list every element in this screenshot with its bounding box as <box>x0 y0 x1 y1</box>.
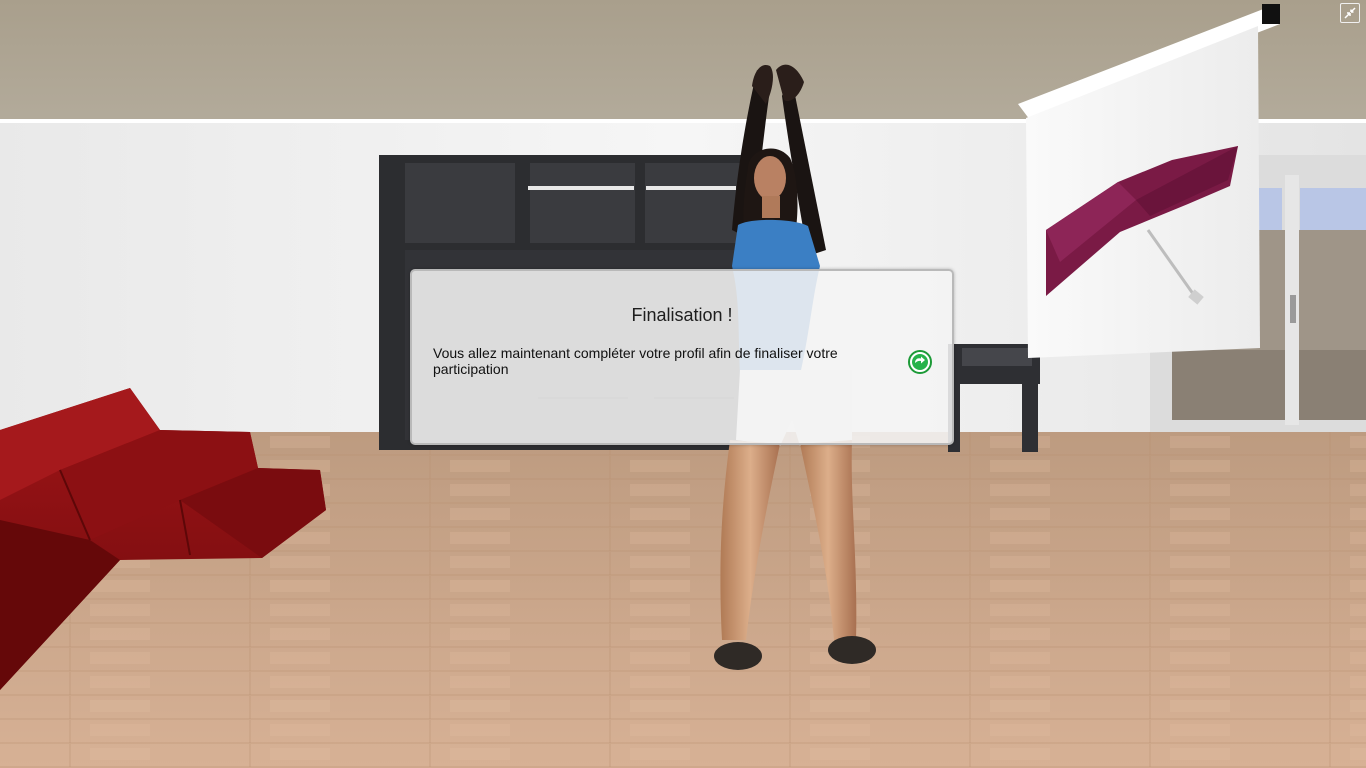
green-arrow-circle-icon <box>908 350 932 374</box>
dialog-title: Finalisation ! <box>631 305 733 325</box>
exit-fullscreen-icon <box>1344 7 1356 19</box>
dialog-divider <box>538 397 628 399</box>
dialog-divider <box>654 397 734 399</box>
next-button[interactable] <box>908 350 932 374</box>
finalisation-dialog: Finalisation ! Vous allez maintenant com… <box>410 269 954 445</box>
exit-fullscreen-button[interactable] <box>1340 3 1360 23</box>
dialog-message: Vous allez maintenant compléter votre pr… <box>433 345 838 377</box>
